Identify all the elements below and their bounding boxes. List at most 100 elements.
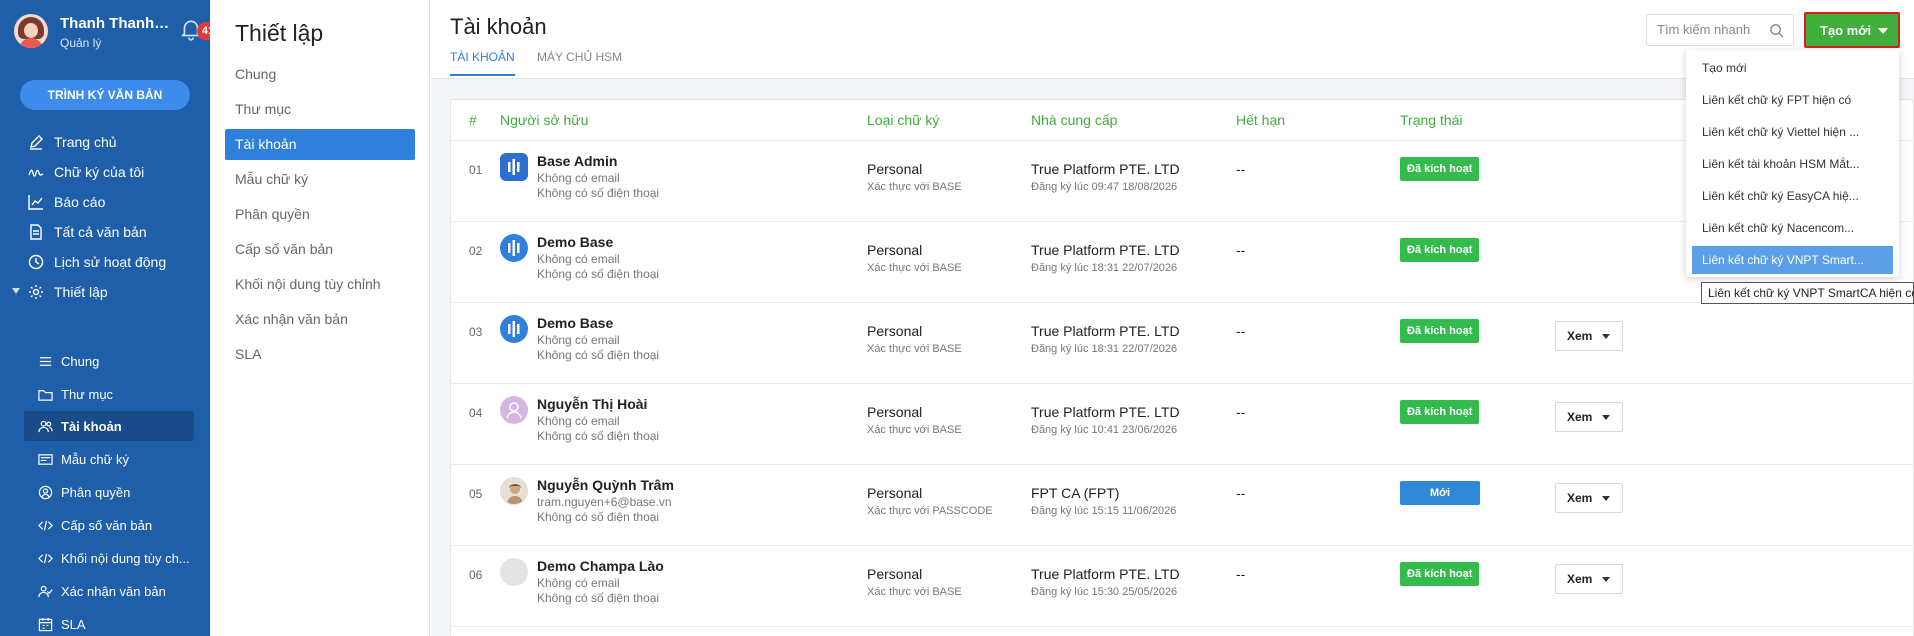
sidebar-item-label: Chữ ký của tôi: [54, 164, 145, 180]
view-button[interactable]: Xem: [1555, 402, 1623, 432]
provider-name: True Platform PTE. LTD: [1031, 161, 1180, 177]
sidebar-item-settings[interactable]: Thiết lập: [0, 277, 210, 307]
sidebar-item-label: Trang chủ: [54, 134, 117, 150]
search-icon[interactable]: [1769, 23, 1784, 38]
column-header-status: Trạng thái: [1400, 112, 1463, 128]
settings-item-document-confirm[interactable]: Xác nhận văn bản: [225, 304, 415, 335]
expiry-value: --: [1236, 485, 1246, 501]
view-button[interactable]: Xem: [1555, 564, 1623, 594]
sidebar-sub-item-label: Phân quyền: [61, 485, 131, 500]
code-icon: [38, 553, 53, 564]
menu-item-link-vnpt[interactable]: Liên kết chữ ký VNPT Smart...: [1692, 246, 1893, 274]
sidebar-sub-item-label: Xác nhận văn bản: [61, 584, 166, 599]
signature-type: Personal: [867, 242, 923, 258]
sidebar-item-activity-history[interactable]: Lịch sử hoạt động: [0, 247, 210, 277]
sidebar-sub-item-document-numbering[interactable]: Cấp số văn bản: [24, 510, 194, 540]
sign-document-button[interactable]: TRÌNH KÝ VĂN BẢN: [20, 80, 190, 110]
settings-item-folder[interactable]: Thư mục: [225, 94, 415, 125]
create-new-button[interactable]: Tạo mới: [1804, 12, 1900, 48]
users-icon: [38, 420, 53, 433]
menu-item-create-new[interactable]: Tạo mới: [1692, 54, 1893, 82]
pen-icon: [30, 135, 43, 150]
table-row[interactable]: 05 Nguyễn Quỳnh Trâm tram.nguyen+6@base.…: [451, 464, 1914, 545]
tab-hsm-server[interactable]: MÁY CHỦ HSM: [537, 50, 622, 74]
sidebar-sub-item-account[interactable]: Tài khoản: [24, 411, 194, 441]
view-button[interactable]: Xem: [1555, 483, 1623, 513]
sidebar-item-report[interactable]: Báo cáo: [0, 187, 210, 217]
table-row[interactable]: 04 Nguyễn Thị Hoài Không có email Không …: [451, 383, 1914, 464]
base-logo-icon: [500, 153, 528, 181]
sidebar-sub-item-label: Thư mục: [61, 387, 114, 402]
expiry-value: --: [1236, 161, 1246, 177]
settings-item-account[interactable]: Tài khoản: [225, 129, 415, 160]
owner-phone: Không có số điện thoại: [537, 348, 660, 362]
sidebar-sub-item-permission[interactable]: Phân quyền: [24, 477, 194, 507]
sidebar-sub-item-custom-content[interactable]: Khối nội dung tùy ch...: [24, 543, 194, 573]
table-row[interactable]: 03 Demo Base Không có email Không có số …: [451, 302, 1914, 383]
menu-item-link-hsm[interactable]: Liên kết tài khoản HSM Mắt...: [1692, 150, 1893, 178]
owner-name: Nguyễn Quỳnh Trâm: [537, 477, 674, 493]
view-button-label: Xem: [1567, 491, 1593, 505]
status-badge: Đã kích hoạt: [1400, 319, 1480, 343]
search-input[interactable]: [1657, 22, 1767, 37]
settings-item-permission[interactable]: Phân quyền: [225, 199, 415, 230]
sidebar-sub-item-document-confirm[interactable]: Xác nhận văn bản: [24, 576, 194, 606]
user-profile[interactable]: Thanh Thanh ... Quản lý 41: [14, 12, 210, 52]
status-badge: Đã kích hoạt: [1400, 562, 1480, 586]
settings-item-signature-template[interactable]: Mẫu chữ ký: [225, 164, 415, 195]
provider-name: True Platform PTE. LTD: [1031, 323, 1180, 339]
tab-account[interactable]: TÀI KHOẢN: [450, 50, 515, 76]
view-button[interactable]: Xem: [1555, 321, 1623, 351]
settings-item-document-numbering[interactable]: Cấp số văn bản: [225, 234, 415, 265]
status-badge: Đã kích hoạt: [1400, 238, 1480, 262]
chart-icon: [28, 195, 43, 210]
avatar: [500, 477, 528, 505]
owner-email: Không có email: [537, 171, 620, 185]
avatar: [500, 558, 528, 586]
owner-email: Không có email: [537, 576, 620, 590]
owner-email: Không có email: [537, 414, 620, 428]
row-number: 04: [469, 406, 483, 420]
menu-item-link-fpt[interactable]: Liên kết chữ ký FPT hiện có: [1692, 86, 1893, 114]
owner-phone: Không có số điện thoại: [537, 510, 660, 524]
settings-panel: Thiết lập Chung Thư mục Tài khoản Mẫu ch…: [210, 0, 430, 636]
sidebar-item-my-signature[interactable]: Chữ ký của tôi: [0, 157, 210, 187]
row-number: 01: [469, 163, 483, 177]
owner-email: tram.nguyen+6@base.vn: [537, 495, 672, 509]
sidebar-sub-item-general[interactable]: Chung: [24, 346, 194, 376]
provider-registered: Đăng ký lúc 09:47 18/08/2026: [1031, 181, 1178, 193]
owner-phone: Không có số điện thoại: [537, 429, 660, 443]
row-number: 05: [469, 487, 483, 501]
settings-item-general[interactable]: Chung: [225, 59, 415, 90]
sidebar-item-home[interactable]: Trang chủ: [0, 127, 210, 157]
menu-item-link-viettel[interactable]: Liên kết chữ ký Viettel hiện ...: [1692, 118, 1893, 146]
owner-phone: Không có số điện thoại: [537, 186, 660, 200]
status-badge: Mới: [1400, 481, 1480, 505]
table-row[interactable]: 06 Demo Champa Lào Không có email Không …: [451, 545, 1914, 626]
status-badge: Đã kích hoạt: [1400, 157, 1480, 181]
owner-name: Demo Champa Lào: [537, 558, 664, 574]
row-number: 02: [469, 244, 483, 258]
settings-item-custom-content[interactable]: Khối nội dung tùy chỉnh: [225, 269, 415, 300]
expiry-value: --: [1236, 323, 1246, 339]
settings-item-sla[interactable]: SLA: [225, 339, 415, 370]
provider-registered: Đăng ký lúc 18:31 22/07/2026: [1031, 262, 1178, 274]
signature-type: Personal: [867, 161, 923, 177]
page-title: Tài khoản: [450, 14, 547, 39]
sidebar-sub-item-label: Mẫu chữ ký: [61, 452, 129, 467]
signature-type: Personal: [867, 566, 923, 582]
menu-item-link-nacencom[interactable]: Liên kết chữ ký Nacencom...: [1692, 214, 1893, 242]
sidebar-sub-item-signature-template[interactable]: Mẫu chữ ký: [24, 444, 194, 474]
sidebar-sub-item-sla[interactable]: SLA: [24, 609, 194, 636]
chevron-down-icon: [1602, 334, 1610, 339]
chevron-down-icon: [1602, 496, 1610, 501]
calendar-icon: [38, 617, 53, 632]
sidebar-sub-item-folder[interactable]: Thư mục: [24, 379, 194, 409]
avatar[interactable]: [14, 14, 48, 48]
signature-auth: Xác thực với BASE: [867, 424, 962, 436]
status-badge: Đã kích hoạt: [1400, 400, 1480, 424]
sidebar-item-all-documents[interactable]: Tất cả văn bản: [0, 217, 210, 247]
menu-item-link-easyca[interactable]: Liên kết chữ ký EasyCA hiệ...: [1692, 182, 1893, 210]
provider-name: FPT CA (FPT): [1031, 485, 1120, 501]
signature-type: Personal: [867, 404, 923, 420]
